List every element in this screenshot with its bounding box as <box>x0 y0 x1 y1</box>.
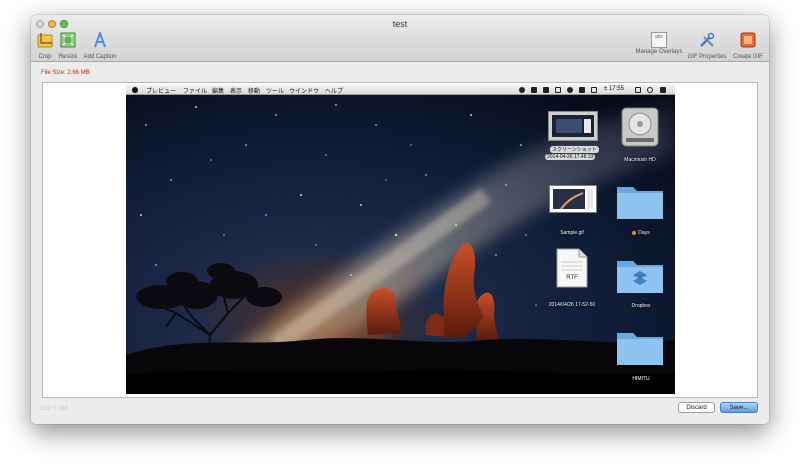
apple-icon <box>132 87 138 93</box>
resize-icon <box>60 32 76 48</box>
sync-status-icon <box>555 87 561 93</box>
days-folder-label: Days <box>621 230 661 236</box>
resize-tool-button[interactable]: Resize <box>56 32 80 60</box>
dropbox-folder-icon <box>617 261 663 293</box>
dimension-label: 512 × 288 <box>41 406 68 412</box>
menu-edit: 編集 <box>212 89 225 95</box>
caption-icon <box>94 30 106 48</box>
title-bar: test Crop Resize Add Caption abc Manage … <box>31 15 769 62</box>
battery-status-icon <box>591 87 597 93</box>
menu-help: ヘルプ <box>325 89 344 95</box>
spotlight-icon <box>647 87 653 93</box>
menu-file: ファイル <box>183 89 208 95</box>
record-status-icon <box>519 87 525 93</box>
resize-label: Resize <box>58 54 78 60</box>
screenshot-thumbnail-icon <box>548 111 598 141</box>
rtf-file-name: 2014/04/26 17-52-50 <box>548 302 596 308</box>
notification-center-icon <box>660 87 666 93</box>
menu-view: 表示 <box>230 89 243 95</box>
himitu-folder-icon <box>617 333 663 365</box>
discard-button[interactable]: Discard <box>678 402 715 413</box>
rtf-document-label: RTF <box>566 275 578 281</box>
twitter-status-icon <box>543 87 549 93</box>
menu-clock: ± 17:55 <box>604 86 624 92</box>
screenshot-date: 2014-04-26 17.48.33 <box>545 154 596 160</box>
create-gif-button[interactable]: Create GIF <box>730 32 766 60</box>
crop-icon <box>37 33 53 48</box>
manage-overlays-label: Manage Overlays <box>635 49 683 55</box>
create-gif-icon <box>740 32 756 48</box>
create-gif-label: Create GIF <box>733 54 763 60</box>
menu-tools: ツール <box>266 89 285 95</box>
add-caption-label: Add Caption <box>83 54 117 60</box>
wifi-status-icon <box>567 87 573 93</box>
tools-icon <box>700 32 715 47</box>
add-caption-tool-button[interactable]: Add Caption <box>81 30 119 60</box>
screenshot-label: スクリーンショット <box>550 146 599 153</box>
document-icon <box>556 248 588 288</box>
volume-status-icon <box>579 87 585 93</box>
save-button[interactable]: Save... <box>720 402 758 413</box>
gif-properties-label: GIF Properties <box>687 54 727 60</box>
crop-tool-button[interactable]: Crop <box>33 32 57 60</box>
folder-icon <box>617 187 663 219</box>
crop-label: Crop <box>38 54 52 60</box>
manage-overlays-button[interactable]: abc Manage Overlays <box>633 32 685 55</box>
orange-tag-icon <box>632 230 637 235</box>
dropbox-label: Dropbox <box>631 303 651 309</box>
hard-drive-icon <box>621 107 659 147</box>
preview-menu-bar: プレビュー ファイル 編集 表示 移動 ツール ウインドウ ヘルプ ± 17:5… <box>126 85 675 95</box>
dropbox-status-icon <box>531 87 537 93</box>
sample-gif-label: Sample.gif <box>560 230 584 236</box>
overlays-icon: abc <box>651 32 667 48</box>
user-status-icon <box>635 87 641 93</box>
gif-preview-image: プレビュー ファイル 編集 表示 移動 ツール ウインドウ ヘルプ ± 17:5… <box>126 85 675 394</box>
gif-properties-button[interactable]: GIF Properties <box>686 32 728 60</box>
file-size-label: File Size: 2.66 MB <box>41 70 90 76</box>
menu-window: ウインドウ <box>289 89 320 95</box>
gif-thumbnail-icon <box>549 185 597 213</box>
menu-app: プレビュー <box>146 89 177 95</box>
window-title: test <box>392 19 408 29</box>
macintosh-hd-label: Macintosh HD <box>624 157 656 163</box>
himitu-label: HIMITU <box>632 376 650 382</box>
menu-go: 移動 <box>248 89 261 95</box>
